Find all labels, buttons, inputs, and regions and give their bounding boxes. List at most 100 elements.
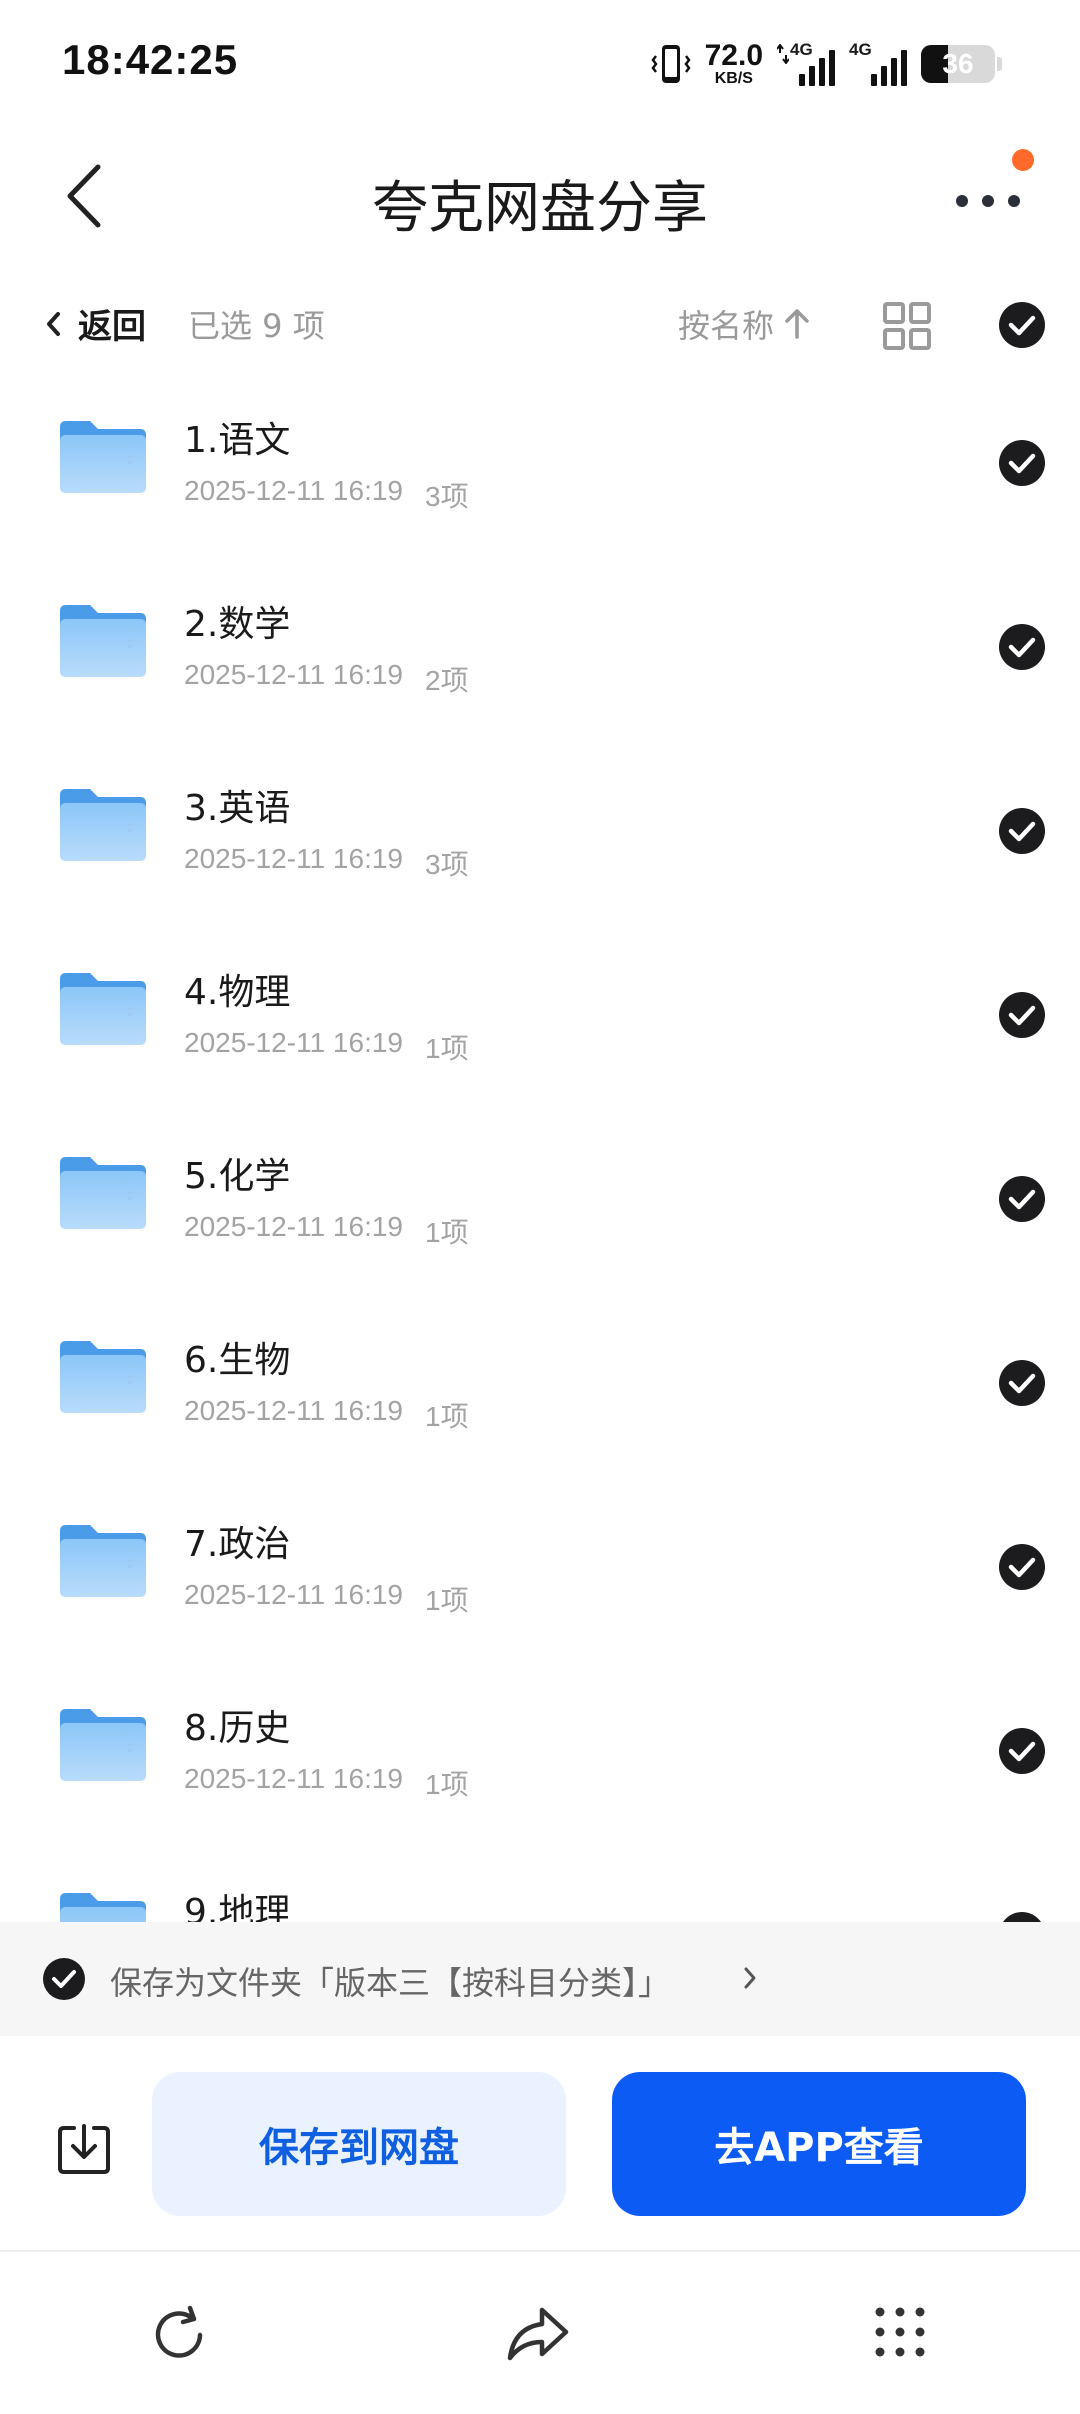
folder-icon xyxy=(60,605,146,677)
notification-badge xyxy=(1012,149,1034,171)
save-as-folder-check-icon[interactable] xyxy=(42,1957,86,2001)
sort-button[interactable]: 按名称 xyxy=(678,301,812,347)
file-date: 2025-12-11 16:19 xyxy=(184,843,403,874)
file-date: 2025-12-11 16:19 xyxy=(184,659,403,690)
file-date: 2025-12-11 16:19 xyxy=(184,1395,403,1426)
battery-level: 36 xyxy=(942,48,974,79)
file-count: 1项 xyxy=(425,1585,469,1616)
file-count: 1项 xyxy=(425,1217,469,1248)
back-button[interactable]: 返回 xyxy=(44,299,146,348)
file-name: 1.语文 xyxy=(184,420,291,461)
list-item[interactable]: 3.英语 2025-12-11 16:19 3项 xyxy=(0,743,1080,927)
selected-check-icon[interactable] xyxy=(998,1911,1046,1922)
selected-check-icon[interactable] xyxy=(998,1359,1046,1407)
battery-icon: 36 xyxy=(921,45,995,83)
browser-bottom-bar xyxy=(0,2254,1080,2414)
file-name: 2.数学 xyxy=(184,604,291,645)
file-name: 6.生物 xyxy=(184,1340,291,1381)
save-as-folder-text: 保存为文件夹「版本三【按科目分类】」 xyxy=(110,1964,671,2002)
arrow-up-icon xyxy=(785,309,809,339)
net-speed-value: 72.0 xyxy=(704,39,763,72)
selected-check-icon[interactable] xyxy=(998,1543,1046,1591)
battery-tip xyxy=(997,57,1002,71)
file-count: 2项 xyxy=(425,665,469,696)
file-count: 1项 xyxy=(425,1401,469,1432)
folder-icon xyxy=(60,1157,146,1229)
selected-count: 已选 9 项 xyxy=(188,307,325,345)
share-icon[interactable] xyxy=(506,2304,570,2364)
grid-view-icon[interactable] xyxy=(882,301,932,351)
list-item[interactable]: 1.语文 2025-12-11 16:19 3项 xyxy=(0,375,1080,559)
refresh-icon[interactable] xyxy=(148,2304,210,2366)
file-date: 2025-12-11 16:19 xyxy=(184,1579,403,1610)
list-item[interactable]: 5.化学 2025-12-11 16:19 1项 xyxy=(0,1111,1080,1295)
file-meta: 2025-12-11 16:19 1项 xyxy=(184,1763,469,1803)
selected-check-icon[interactable] xyxy=(998,1175,1046,1223)
selected-check-icon[interactable] xyxy=(998,807,1046,855)
folder-icon xyxy=(60,1709,146,1781)
file-meta: 2025-12-11 16:19 2项 xyxy=(184,659,469,699)
header: 夸克网盘分享 xyxy=(0,125,1080,265)
back-label: 返回 xyxy=(78,307,146,347)
sort-label: 按名称 xyxy=(678,307,775,345)
status-bar: 18:42:25 72.0 KB/S 4G 4G 36 xyxy=(0,0,1080,125)
file-date: 2025-12-11 16:19 xyxy=(184,1211,403,1242)
file-meta: 2025-12-11 16:19 3项 xyxy=(184,475,469,515)
selected-check-icon[interactable] xyxy=(998,1727,1046,1775)
selection-toolbar: 返回 已选 9 项 按名称 xyxy=(0,285,1080,365)
status-icons: 72.0 KB/S 4G 4G 36 xyxy=(651,38,1002,90)
file-date: 2025-12-11 16:19 xyxy=(184,1027,403,1058)
file-meta: 2025-12-11 16:19 1项 xyxy=(184,1211,469,1251)
signal-1: 4G xyxy=(777,40,835,86)
signal-2-bars-icon xyxy=(871,50,907,86)
file-meta: 2025-12-11 16:19 1项 xyxy=(184,1027,469,1067)
page-title: 夸克网盘分享 xyxy=(372,176,708,241)
selected-check-icon[interactable] xyxy=(998,439,1046,487)
select-all-check-icon[interactable] xyxy=(998,301,1046,349)
folder-icon xyxy=(60,1341,146,1413)
signal-1-bars-icon xyxy=(799,50,835,86)
data-arrows-icon xyxy=(777,44,789,64)
file-meta: 2025-12-11 16:19 1项 xyxy=(184,1395,469,1435)
net-speed: 72.0 KB/S xyxy=(705,41,763,87)
selected-check-icon[interactable] xyxy=(998,623,1046,671)
file-name: 9.地理 xyxy=(184,1892,291,1922)
file-count: 1项 xyxy=(425,1033,469,1064)
menu-dots-icon[interactable] xyxy=(872,2304,928,2360)
vibrate-icon xyxy=(651,45,691,83)
file-name: 5.化学 xyxy=(184,1156,291,1197)
file-meta: 2025-12-11 16:19 3项 xyxy=(184,843,469,883)
folder-icon xyxy=(60,1893,146,1922)
file-date: 2025-12-11 16:19 xyxy=(184,1763,403,1794)
list-item[interactable]: 2.数学 2025-12-11 16:19 2项 xyxy=(0,559,1080,743)
folder-icon xyxy=(60,973,146,1045)
list-item[interactable]: 9.地理 xyxy=(0,1847,1080,1922)
file-count: 3项 xyxy=(425,849,469,880)
folder-icon xyxy=(60,421,146,493)
file-name: 4.物理 xyxy=(184,972,291,1013)
signal-2: 4G xyxy=(849,40,907,86)
status-time: 18:42:25 xyxy=(62,36,239,83)
file-meta: 2025-12-11 16:19 1项 xyxy=(184,1579,469,1619)
open-in-app-button[interactable]: 去APP查看 xyxy=(612,2072,1026,2216)
file-list: 1.语文 2025-12-11 16:19 3项 2.数学 2025-12-11 … xyxy=(0,375,1080,1922)
file-date: 2025-12-11 16:19 xyxy=(184,475,403,506)
selected-check-icon[interactable] xyxy=(998,991,1046,1039)
chevron-right-icon xyxy=(744,1967,756,1989)
chevron-left-icon xyxy=(47,311,60,336)
folder-icon xyxy=(60,789,146,861)
list-item[interactable]: 6.生物 2025-12-11 16:19 1项 xyxy=(0,1295,1080,1479)
file-count: 3项 xyxy=(425,481,469,512)
file-name: 7.政治 xyxy=(184,1524,291,1565)
action-bar: 保存到网盘 去APP查看 xyxy=(0,2036,1080,2252)
list-item[interactable]: 7.政治 2025-12-11 16:19 1项 xyxy=(0,1479,1080,1663)
save-as-folder-option[interactable]: 保存为文件夹「版本三【按科目分类】」 xyxy=(0,1922,1080,2036)
more-options-icon[interactable] xyxy=(948,181,1028,221)
signal-2-label: 4G xyxy=(849,40,872,59)
file-name: 3.英语 xyxy=(184,788,291,829)
save-to-drive-button[interactable]: 保存到网盘 xyxy=(152,2072,566,2216)
file-count: 1项 xyxy=(425,1769,469,1800)
list-item[interactable]: 8.历史 2025-12-11 16:19 1项 xyxy=(0,1663,1080,1847)
download-icon[interactable] xyxy=(56,2120,112,2176)
list-item[interactable]: 4.物理 2025-12-11 16:19 1项 xyxy=(0,927,1080,1111)
